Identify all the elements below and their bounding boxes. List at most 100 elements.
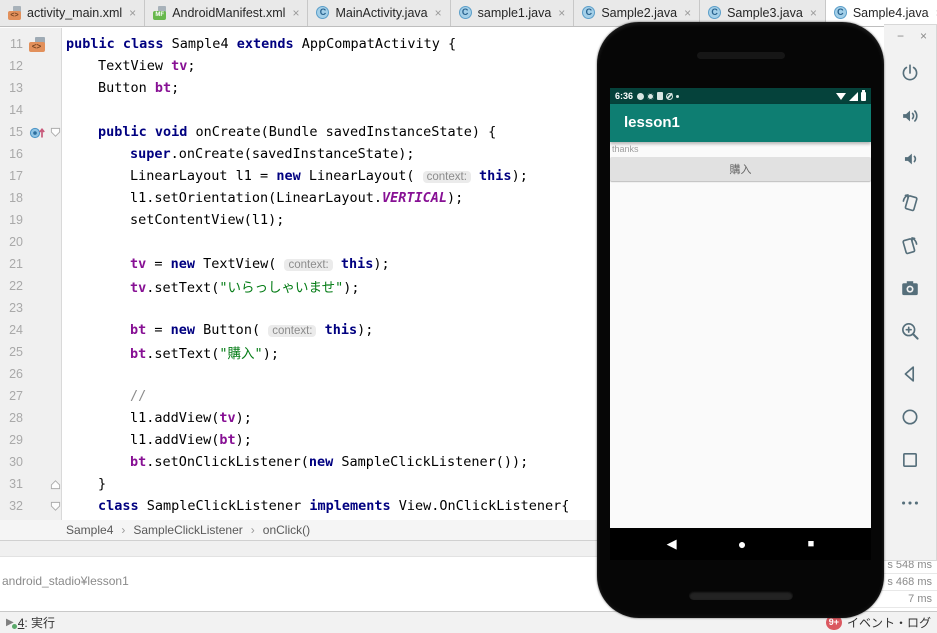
line-number: 16: [9, 147, 23, 161]
line-number: 29: [9, 433, 23, 447]
dot-icon: [676, 94, 680, 98]
line-number: 24: [9, 323, 23, 337]
nav-home-icon[interactable]: ●: [738, 536, 746, 552]
code-text: bt = new Button( context: this);: [130, 322, 374, 338]
run-tab-label: 4: 実行: [17, 616, 56, 630]
tab-close-icon[interactable]: ×: [435, 6, 442, 20]
textview-message: thanks: [612, 144, 639, 154]
emulator-window: − × 6:36 lesson1 thanks 購入 ◀ ● ■: [597, 22, 937, 618]
line-number: 26: [9, 367, 23, 381]
emulator-toolbar: − ×: [884, 24, 937, 561]
power-icon[interactable]: [884, 51, 936, 94]
breadcrumb-separator: ›: [250, 523, 255, 537]
code-text: //: [130, 388, 147, 404]
code-text: setContentView(l1);: [130, 212, 285, 228]
line-number: 28: [9, 411, 23, 425]
status-clock: 6:36: [615, 91, 634, 101]
volume-down-icon[interactable]: [884, 137, 936, 180]
code-text: TextView tv;: [98, 58, 196, 74]
code-text: class SampleClickListener implements Vie…: [98, 498, 570, 514]
fold-marker-icon[interactable]: [48, 501, 62, 512]
class-file-icon: C: [833, 6, 848, 20]
nav-overview-icon[interactable]: ■: [808, 538, 815, 550]
code-text: bt.setText("購入");: [130, 346, 279, 362]
more-icon[interactable]: [884, 481, 936, 524]
zoom-icon[interactable]: [884, 309, 936, 352]
phone-earpiece: [696, 52, 785, 59]
battery-icon: [861, 89, 866, 101]
manifest-file-icon: MF: [153, 6, 167, 20]
override-gutter-icon[interactable]: [26, 125, 48, 140]
code-text: l1.addView(bt);: [130, 432, 252, 448]
android-nav-bar: ◀ ● ■: [610, 528, 871, 560]
tab-androidmanifest-xml[interactable]: MF AndroidManifest.xml ×: [145, 0, 309, 26]
tab-close-icon[interactable]: ×: [558, 6, 565, 20]
project-path-text: android_stadio¥lesson1: [2, 574, 129, 588]
code-text: LinearLayout l1 = new LinearLayout( cont…: [130, 168, 528, 184]
nav-back-icon[interactable]: ◀: [667, 536, 677, 552]
code-text: l1.setOrientation(LinearLayout.VERTICAL)…: [130, 190, 464, 206]
tab-label: Sample4.java: [852, 6, 929, 20]
tab-close-icon[interactable]: ×: [292, 6, 299, 20]
line-number: 30: [9, 455, 23, 469]
tab-close-icon[interactable]: ×: [684, 6, 691, 20]
tab-label: sample1.java: [477, 6, 552, 20]
wifi-icon: [836, 92, 846, 100]
android-studio-window: <> activity_main.xml × MF AndroidManifest.xm…: [0, 0, 937, 633]
class-file-icon: C: [458, 6, 473, 20]
app-content: thanks 購入: [610, 142, 871, 181]
tab-sample1-java[interactable]: Csample1.java ×: [450, 0, 575, 26]
code-text: tv = new TextView( context: this);: [130, 256, 390, 272]
line-number: 11: [10, 37, 23, 51]
rotate-left-icon[interactable]: [884, 180, 936, 223]
breadcrumb-item-sample4[interactable]: Sample4: [66, 523, 113, 537]
camera-icon[interactable]: [884, 266, 936, 309]
emulator-minimize-icon[interactable]: −: [897, 29, 904, 51]
tab-mainactivity-java[interactable]: C MainActivity.java ×: [308, 0, 451, 26]
line-number: 12: [9, 59, 23, 73]
line-number: 18: [9, 191, 23, 205]
line-number: 15: [9, 125, 23, 139]
breadcrumb-item-onclick[interactable]: onClick(): [263, 523, 310, 537]
running-indicator-dot: [11, 624, 17, 629]
home-icon[interactable]: [884, 395, 936, 438]
line-number: 27: [9, 389, 23, 403]
app-title-bar: lesson1: [610, 104, 871, 142]
phone-device-frame: 6:36 lesson1 thanks 購入 ◀ ● ■: [597, 22, 884, 618]
line-number: 20: [9, 235, 23, 249]
no-signal-icon: [666, 92, 674, 100]
class-file-icon: C: [708, 6, 722, 20]
phone-screen: 6:36 lesson1 thanks 購入 ◀ ● ■: [610, 88, 871, 560]
run-toolwindow-tab[interactable]: ▶ 4: 実行: [6, 614, 55, 631]
tab-close-icon[interactable]: ×: [129, 6, 136, 20]
class-file-icon: C: [316, 6, 330, 20]
code-text: tv.setText("いらっしゃいませ");: [130, 280, 360, 296]
line-number: 23: [9, 301, 23, 315]
volume-up-icon[interactable]: [884, 94, 936, 137]
fold-marker-icon[interactable]: [48, 127, 62, 138]
code-text: bt.setOnClickListener(new SampleClickLis…: [130, 454, 529, 470]
overview-icon[interactable]: [884, 438, 936, 481]
tab-label: Sample2.java: [601, 6, 678, 20]
code-text: public class Sample4 extends AppCompatAc…: [66, 36, 457, 52]
class-file-icon: C: [582, 6, 596, 20]
code-text: l1.addView(tv);: [130, 410, 252, 426]
play-icon: [647, 92, 655, 100]
tab-close-icon[interactable]: ×: [810, 6, 817, 20]
tab-activity-main-xml[interactable]: <> activity_main.xml ×: [0, 0, 146, 26]
line-number: 25: [9, 345, 23, 359]
back-icon[interactable]: [884, 352, 936, 395]
signal-icon: [849, 91, 858, 101]
fold-marker-icon[interactable]: [48, 479, 62, 490]
emulator-close-icon[interactable]: ×: [920, 29, 927, 51]
layout-xml-gutter-icon[interactable]: <>: [26, 36, 48, 52]
breadcrumb-item-sampleclicklistener[interactable]: SampleClickListener: [133, 523, 242, 537]
buy-button[interactable]: 購入: [610, 157, 871, 181]
tab-label: AndroidManifest.xml: [172, 6, 286, 20]
android-status-bar: 6:36: [610, 88, 871, 104]
line-number: 21: [9, 257, 23, 271]
rotate-right-icon[interactable]: [884, 223, 936, 266]
line-number: 14: [9, 103, 23, 117]
xml-file-icon: <>: [8, 6, 22, 20]
code-text: public void onCreate(Bundle savedInstanc…: [98, 124, 497, 140]
